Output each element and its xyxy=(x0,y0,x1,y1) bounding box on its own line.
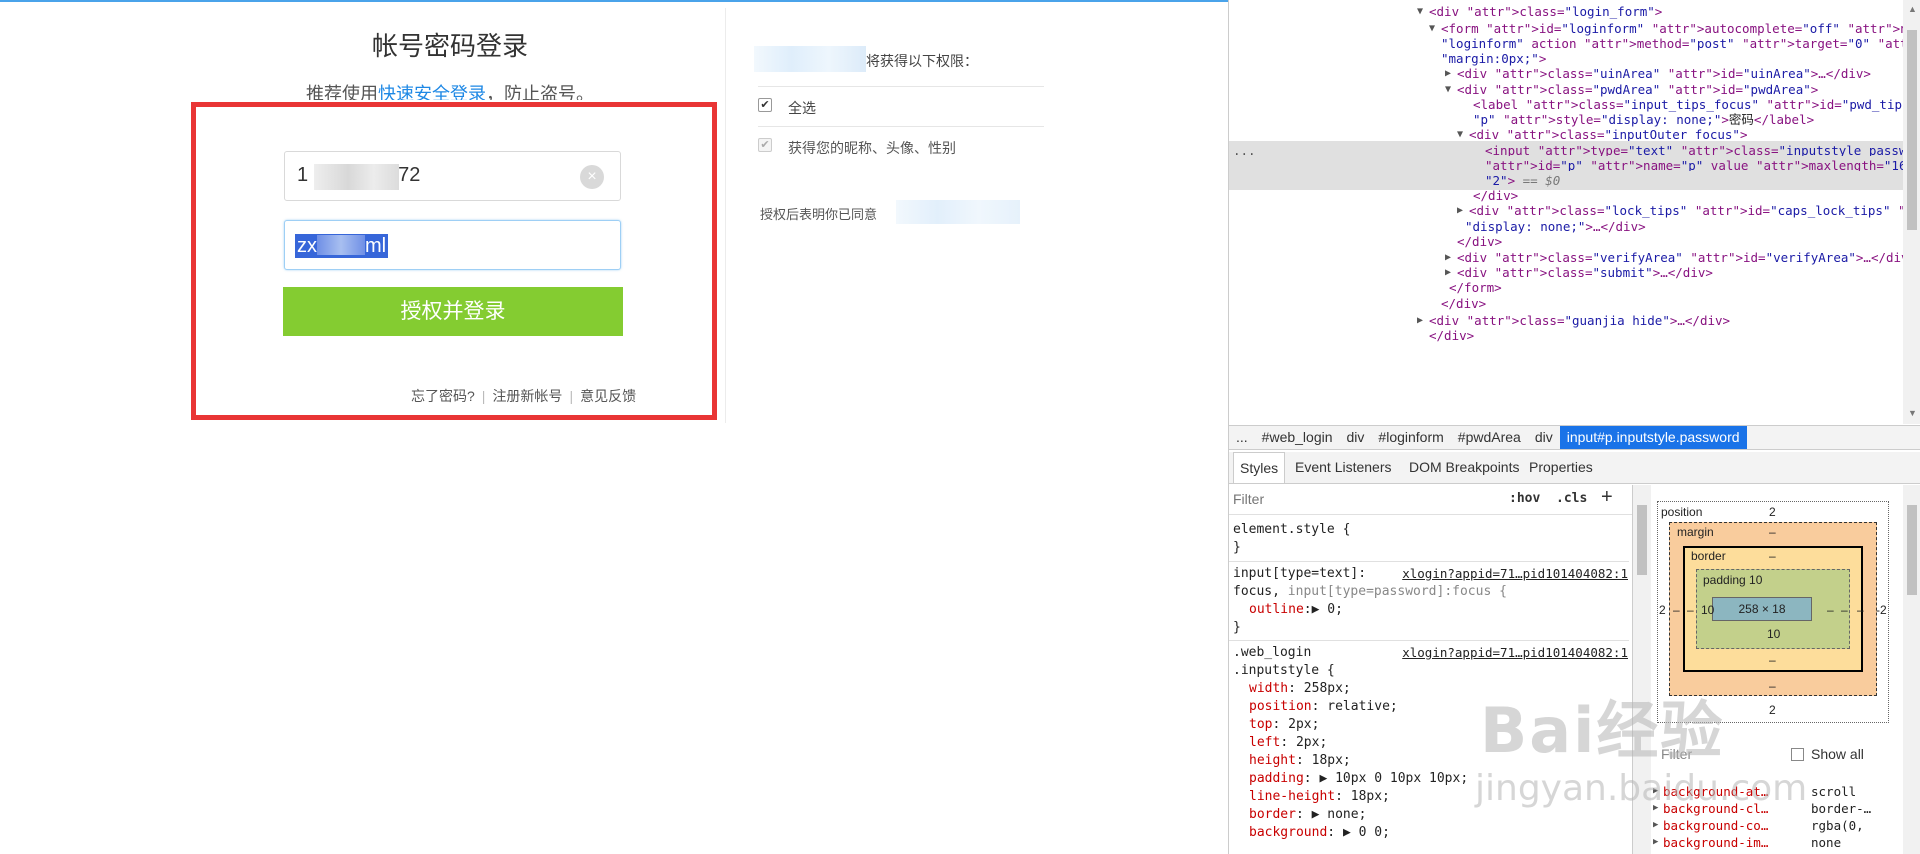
subtitle-suffix: ，防止盗号。 xyxy=(486,84,594,100)
rule-divider xyxy=(1229,640,1629,641)
rule-selector: input[type=text]: xyxy=(1233,566,1367,581)
margin-right-value[interactable]: – xyxy=(1857,603,1864,617)
border-right-value[interactable]: – xyxy=(1841,603,1848,617)
tab-event-listeners[interactable]: Event Listeners xyxy=(1289,452,1398,483)
style-property[interactable]: top: 2px; xyxy=(1249,716,1319,734)
margin-label: margin xyxy=(1677,525,1714,539)
add-rule-button[interactable]: + xyxy=(1601,486,1613,509)
show-all-checkbox[interactable] xyxy=(1791,748,1804,761)
scroll-thumb[interactable] xyxy=(1637,505,1647,575)
dom-node-line[interactable]: </div> xyxy=(1229,326,1903,345)
divider xyxy=(758,86,1044,87)
computed-property-row[interactable]: ▶ background-co… rgba(0, xyxy=(1651,817,1903,834)
breadcrumb-item[interactable]: div xyxy=(1340,426,1372,449)
style-property[interactable]: padding: ▶ 10px 0 10px 10px; xyxy=(1249,770,1468,788)
permissions-title: 将获得以下权限： xyxy=(866,53,978,69)
elements-scrollbar[interactable]: ▲ ▼ xyxy=(1903,0,1920,424)
login-title: 帐号密码登录 xyxy=(371,31,528,61)
subtitle-prefix: 推荐使用 xyxy=(306,84,378,100)
border-bottom-value[interactable]: – xyxy=(1769,653,1776,667)
login-subtitle: 推荐使用快速安全登录，防止盗号。 xyxy=(250,80,650,100)
panel-divider xyxy=(725,8,726,423)
profile-permission-label: 获得您的昵称、头像、性别 xyxy=(788,140,956,156)
agreement-link-redaction xyxy=(896,200,1020,224)
rule-close: } xyxy=(1233,540,1241,555)
rule-selector: .web_login xyxy=(1233,645,1312,660)
highlight-box xyxy=(191,102,717,420)
dom-node-text: </div> xyxy=(1429,328,1475,343)
elements-tree[interactable]: ▼ <div "attr">class="login_form"> ▼ <form "… xyxy=(1229,0,1903,424)
breadcrumb-item[interactable]: input#p.inputstyle.password xyxy=(1559,426,1747,449)
watermark-logo: Bai经验 xyxy=(1480,694,1725,767)
styles-filter-row: :hov .cls + xyxy=(1229,485,1632,515)
style-property[interactable]: height: 18px; xyxy=(1249,752,1351,770)
watermark-url: jingyan.baidu.com xyxy=(1475,768,1808,809)
styles-filter-input[interactable] xyxy=(1233,491,1433,507)
scroll-down-icon[interactable]: ▼ xyxy=(1908,408,1917,418)
padding-left-value[interactable]: 10 xyxy=(1701,603,1714,617)
position-bottom-value[interactable]: 2 xyxy=(1769,703,1776,717)
rule-close: } xyxy=(1233,620,1241,635)
agreement-text: 授权后表明你已同意 xyxy=(760,207,878,222)
app-name-redaction xyxy=(754,46,866,72)
scroll-thumb[interactable] xyxy=(1907,505,1917,595)
position-label: position xyxy=(1661,505,1703,519)
breadcrumb-item[interactable]: #loginform xyxy=(1371,426,1450,449)
select-all-label: 全选 xyxy=(788,100,816,116)
rule-source-link[interactable]: xlogin?appid=71…pid101404082:1 xyxy=(1402,565,1628,583)
breadcrumb-item[interactable]: div xyxy=(1528,426,1560,449)
style-property[interactable]: outline:▶ 0; xyxy=(1249,601,1343,619)
style-property[interactable]: width: 258px; xyxy=(1249,680,1351,698)
class-toggle[interactable]: .cls xyxy=(1556,491,1587,506)
computed-property-row[interactable]: ▶ background-im… none xyxy=(1651,834,1903,851)
tab-styles[interactable]: Styles xyxy=(1233,452,1286,483)
top-accent-line xyxy=(0,0,1228,2)
breadcrumb-item[interactable]: #web_login xyxy=(1255,426,1340,449)
box-model-content[interactable]: 258 × 18 xyxy=(1712,597,1812,621)
border-top-value[interactable]: – xyxy=(1769,549,1776,563)
rule-selector: focus, input[type=password]:focus { xyxy=(1233,584,1507,599)
tab-properties[interactable]: Properties xyxy=(1523,452,1599,483)
position-right-value[interactable]: -2 xyxy=(1876,603,1887,617)
breadcrumb: ... #web_login div #loginform #pwdArea div inp… xyxy=(1229,425,1920,450)
tab-dom-breakpoints[interactable]: DOM Breakpoints xyxy=(1403,452,1525,483)
border-left-value[interactable]: – xyxy=(1687,603,1694,617)
style-property[interactable]: left: 2px; xyxy=(1249,734,1327,752)
show-all-label: Show all xyxy=(1811,746,1864,762)
profile-permission-checkbox: ✔ xyxy=(758,138,772,152)
padding-label[interactable]: padding 10 xyxy=(1703,573,1762,587)
padding-right-value[interactable]: – xyxy=(1827,603,1834,617)
style-property[interactable]: position: relative; xyxy=(1249,698,1398,716)
divider xyxy=(758,126,1044,127)
scroll-up-icon[interactable]: ▲ xyxy=(1908,4,1917,14)
hover-state-toggle[interactable]: :hov xyxy=(1509,491,1540,506)
rule-source-link[interactable]: xlogin?appid=71…pid101404082:1 xyxy=(1402,644,1628,662)
element-style-selector: element.style { xyxy=(1233,522,1351,537)
margin-left-value[interactable]: – xyxy=(1673,603,1680,617)
margin-top-value[interactable]: – xyxy=(1769,525,1776,539)
breadcrumb-item[interactable]: ... xyxy=(1229,426,1255,449)
position-top-value[interactable]: 2 xyxy=(1769,505,1776,519)
margin-bottom-value[interactable]: – xyxy=(1769,679,1776,693)
computed-scrollbar[interactable] xyxy=(1903,485,1920,854)
select-all-checkbox[interactable]: ✔ xyxy=(758,98,772,112)
style-property[interactable]: background: ▶ 0 0; xyxy=(1249,824,1390,842)
position-left-value[interactable]: 2 xyxy=(1659,603,1666,617)
style-property[interactable]: line-height: 18px; xyxy=(1249,788,1390,806)
scroll-thumb[interactable] xyxy=(1907,30,1917,230)
rule-divider xyxy=(1229,561,1629,562)
border-label: border xyxy=(1691,549,1726,563)
rule-selector: .inputstyle { xyxy=(1233,663,1335,678)
padding-bottom-value[interactable]: 10 xyxy=(1767,627,1780,641)
sidebar-tabs: Styles Event Listeners DOM Breakpoints P… xyxy=(1229,452,1920,484)
quick-login-link[interactable]: 快速安全登录 xyxy=(378,84,486,100)
breadcrumb-item[interactable]: #pwdArea xyxy=(1451,426,1528,449)
style-property[interactable]: border: ▶ none; xyxy=(1249,806,1366,824)
